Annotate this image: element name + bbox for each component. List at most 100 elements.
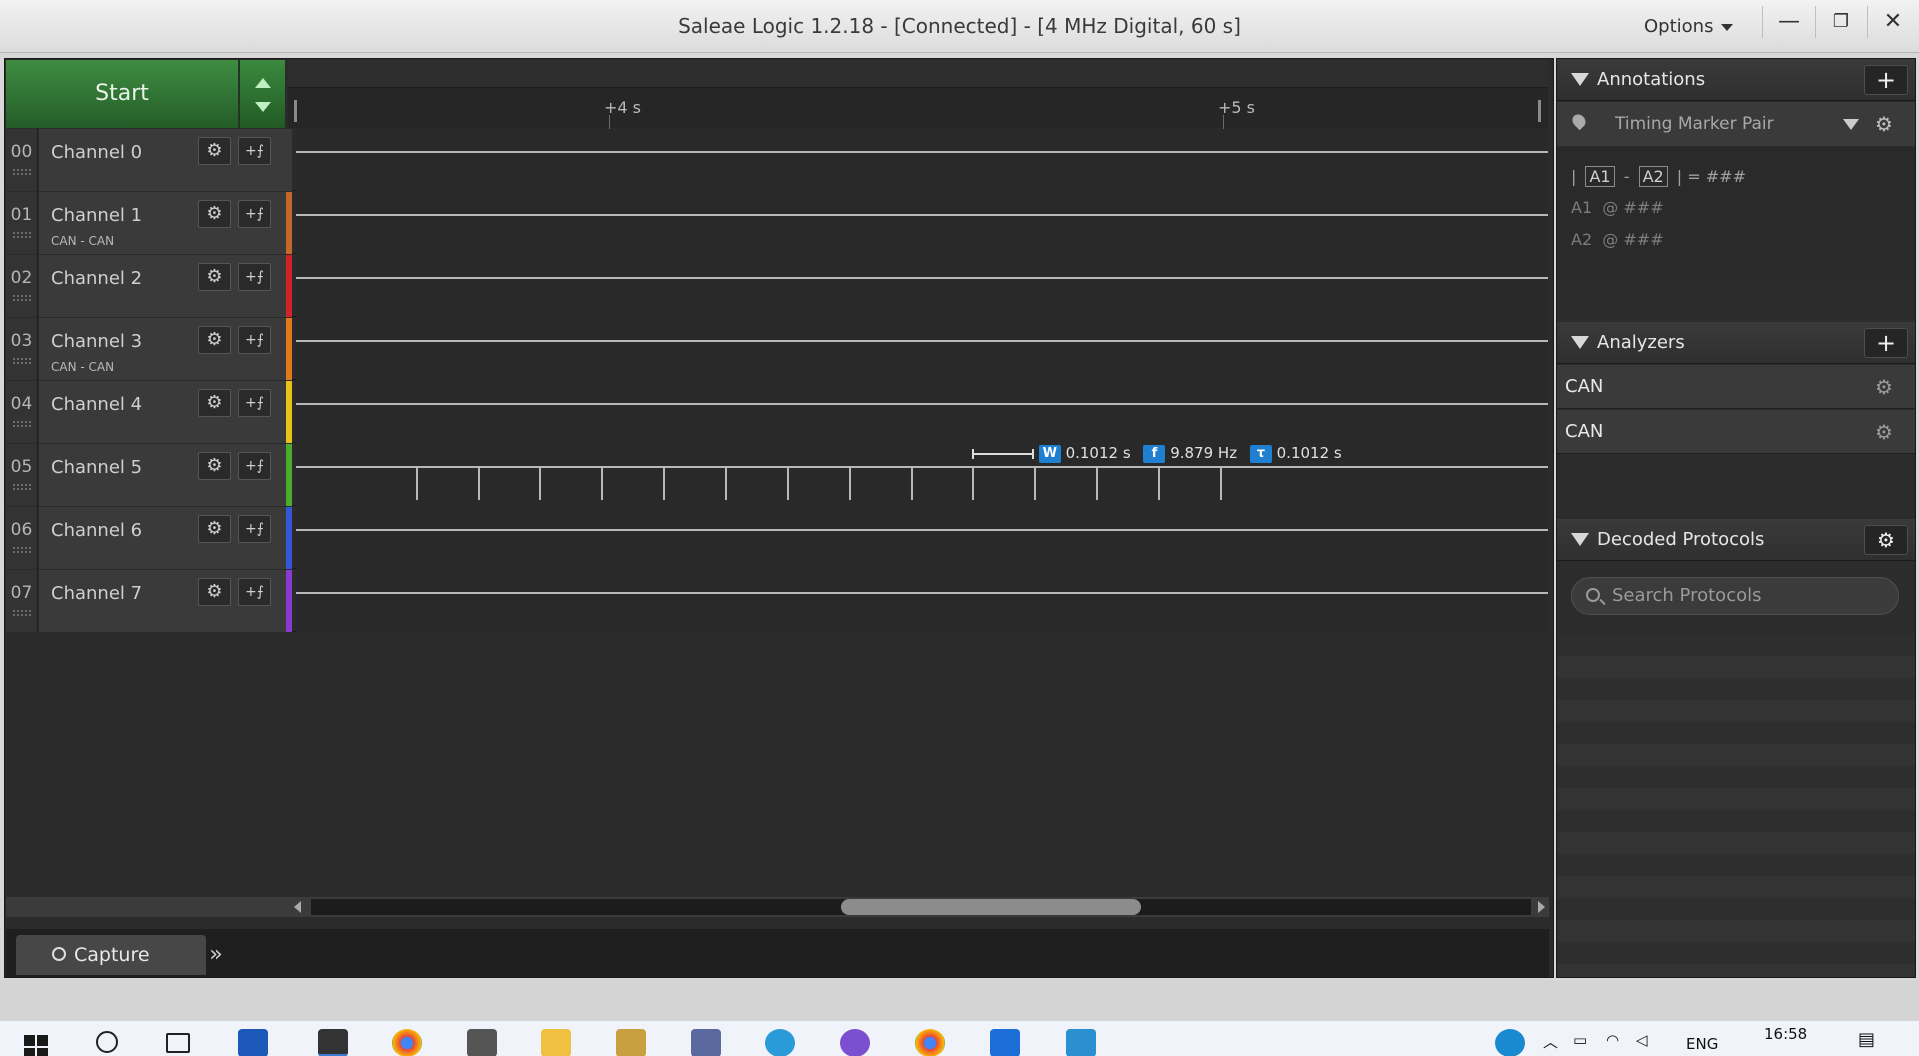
- restore-button[interactable]: ❐: [1815, 0, 1867, 44]
- channel-name[interactable]: Channel 5: [51, 457, 142, 478]
- channel-waveform[interactable]: [296, 192, 1548, 254]
- channel-trigger-button[interactable]: +⨍: [238, 389, 271, 417]
- channel-waveform[interactable]: [296, 255, 1548, 317]
- drag-grip-icon[interactable]: [13, 484, 31, 490]
- analyzer-item[interactable]: CAN ⚙: [1557, 410, 1915, 454]
- channel-number[interactable]: 05: [6, 444, 38, 506]
- add-analyzer-button[interactable]: +: [1864, 328, 1908, 358]
- channel-settings-button[interactable]: ⚙: [198, 515, 231, 543]
- game-app-icon[interactable]: [467, 1029, 497, 1056]
- channel-trigger-button[interactable]: +⨍: [238, 137, 271, 165]
- channel-waveform[interactable]: [296, 129, 1548, 191]
- taskbar-app-icon[interactable]: [238, 1029, 268, 1056]
- channel-number[interactable]: 03: [6, 318, 38, 380]
- channel-name[interactable]: Channel 0: [51, 142, 142, 163]
- scroll-right-icon[interactable]: [1538, 901, 1545, 913]
- drag-grip-icon[interactable]: [13, 547, 31, 553]
- help-icon[interactable]: [1495, 1029, 1525, 1056]
- channel-settings-button[interactable]: ⚙: [198, 137, 231, 165]
- channel-waveform[interactable]: [296, 507, 1548, 569]
- annotations-header[interactable]: Annotations +: [1557, 59, 1915, 101]
- channel-trigger-button[interactable]: +⨍: [238, 200, 271, 228]
- channel-number[interactable]: 07: [6, 570, 38, 632]
- channel-number[interactable]: 00: [6, 129, 38, 191]
- decoded-settings-button[interactable]: ⚙: [1864, 525, 1908, 555]
- channel-number[interactable]: 06: [6, 507, 38, 569]
- minimize-button[interactable]: —: [1763, 0, 1815, 44]
- options-menu[interactable]: Options: [1644, 16, 1734, 37]
- drag-grip-icon[interactable]: [13, 232, 31, 238]
- language-indicator[interactable]: ENG: [1686, 1035, 1718, 1053]
- chrome-icon[interactable]: [915, 1029, 945, 1056]
- channel-trigger-button[interactable]: +⨍: [238, 515, 271, 543]
- marker-a2-box[interactable]: A2: [1638, 166, 1668, 187]
- channel-number[interactable]: 04: [6, 381, 38, 443]
- scroll-thumb[interactable]: [841, 899, 1141, 915]
- channel-trigger-button[interactable]: +⨍: [238, 326, 271, 354]
- channel-number[interactable]: 02: [6, 255, 38, 317]
- drag-grip-icon[interactable]: [13, 169, 31, 175]
- channel-settings-button[interactable]: ⚙: [198, 389, 231, 417]
- channel-name[interactable]: Channel 1: [51, 205, 142, 226]
- clock-time[interactable]: 16:58: [1764, 1025, 1807, 1043]
- timing-marker-pair-row[interactable]: Timing Marker Pair ⚙: [1557, 102, 1915, 146]
- analyzer-item[interactable]: CAN ⚙: [1557, 365, 1915, 409]
- channel-waveform[interactable]: W 0.1012 s f 9.879 Hz τ 0.1012 s: [296, 444, 1548, 506]
- calculator-icon[interactable]: [691, 1029, 721, 1056]
- expand-panel-button[interactable]: »: [196, 935, 236, 975]
- arduino-create-icon[interactable]: [990, 1029, 1020, 1056]
- channel-number[interactable]: 01: [6, 192, 38, 254]
- channel-settings-button[interactable]: ⚙: [198, 200, 231, 228]
- drag-grip-icon[interactable]: [13, 358, 31, 364]
- channel-name[interactable]: Channel 4: [51, 394, 142, 415]
- battery-icon[interactable]: ▭: [1573, 1031, 1587, 1049]
- edge-icon[interactable]: [765, 1029, 795, 1056]
- start-button[interactable]: Start: [6, 60, 239, 128]
- stm32cubemx-icon[interactable]: [1066, 1029, 1096, 1056]
- channel-trigger-button[interactable]: +⨍: [238, 263, 271, 291]
- add-annotation-button[interactable]: +: [1864, 65, 1908, 95]
- drag-grip-icon[interactable]: [13, 295, 31, 301]
- saleae-taskbar-icon[interactable]: [318, 1029, 348, 1056]
- channel-name[interactable]: Channel 7: [51, 583, 142, 604]
- decoded-protocols-list[interactable]: [1557, 634, 1915, 977]
- start-options-stepper[interactable]: [240, 60, 285, 128]
- arduino-app-icon[interactable]: [616, 1029, 646, 1056]
- channel-settings-button[interactable]: ⚙: [198, 452, 231, 480]
- marker-a1-box[interactable]: A1: [1585, 166, 1615, 187]
- volume-icon[interactable]: ◁: [1636, 1031, 1648, 1049]
- gear-icon[interactable]: ⚙: [1875, 410, 1893, 454]
- tray-chevron-icon[interactable]: ︿: [1543, 1031, 1558, 1052]
- channel-settings-button[interactable]: ⚙: [198, 263, 231, 291]
- channel-trigger-button[interactable]: +⨍: [238, 578, 271, 606]
- chrome-icon[interactable]: [392, 1029, 422, 1056]
- channel-name[interactable]: Channel 2: [51, 268, 142, 289]
- collapse-triangle-icon[interactable]: [1571, 336, 1589, 349]
- ruler-right-handle[interactable]: [1538, 100, 1541, 122]
- analyzers-header[interactable]: Analyzers +: [1557, 322, 1915, 364]
- close-button[interactable]: ✕: [1867, 0, 1919, 44]
- channel-waveform[interactable]: [296, 318, 1548, 380]
- viber-icon[interactable]: [840, 1029, 870, 1056]
- wifi-icon[interactable]: ◠: [1606, 1031, 1619, 1049]
- ruler-left-handle[interactable]: [294, 100, 297, 122]
- scroll-track[interactable]: [311, 899, 1531, 915]
- chevron-down-icon[interactable]: [1843, 119, 1859, 130]
- file-explorer-icon[interactable]: [541, 1029, 571, 1056]
- channel-settings-button[interactable]: ⚙: [198, 578, 231, 606]
- gear-icon[interactable]: ⚙: [1875, 102, 1893, 146]
- channel-waveform[interactable]: [296, 381, 1548, 443]
- search-protocols-input[interactable]: Search Protocols: [1571, 577, 1899, 615]
- collapse-triangle-icon[interactable]: [1571, 73, 1589, 86]
- channel-waveform[interactable]: [296, 570, 1548, 632]
- horizontal-scrollbar[interactable]: [6, 897, 1549, 917]
- channel-settings-button[interactable]: ⚙: [198, 326, 231, 354]
- drag-grip-icon[interactable]: [13, 421, 31, 427]
- channel-name[interactable]: Channel 6: [51, 520, 142, 541]
- collapse-triangle-icon[interactable]: [1571, 533, 1589, 546]
- drag-grip-icon[interactable]: [13, 610, 31, 616]
- capture-tab[interactable]: Capture: [16, 935, 206, 975]
- windows-start-icon[interactable]: [22, 1029, 52, 1056]
- task-view-icon[interactable]: [166, 1033, 190, 1053]
- notification-icon[interactable]: ▤: [1858, 1029, 1875, 1050]
